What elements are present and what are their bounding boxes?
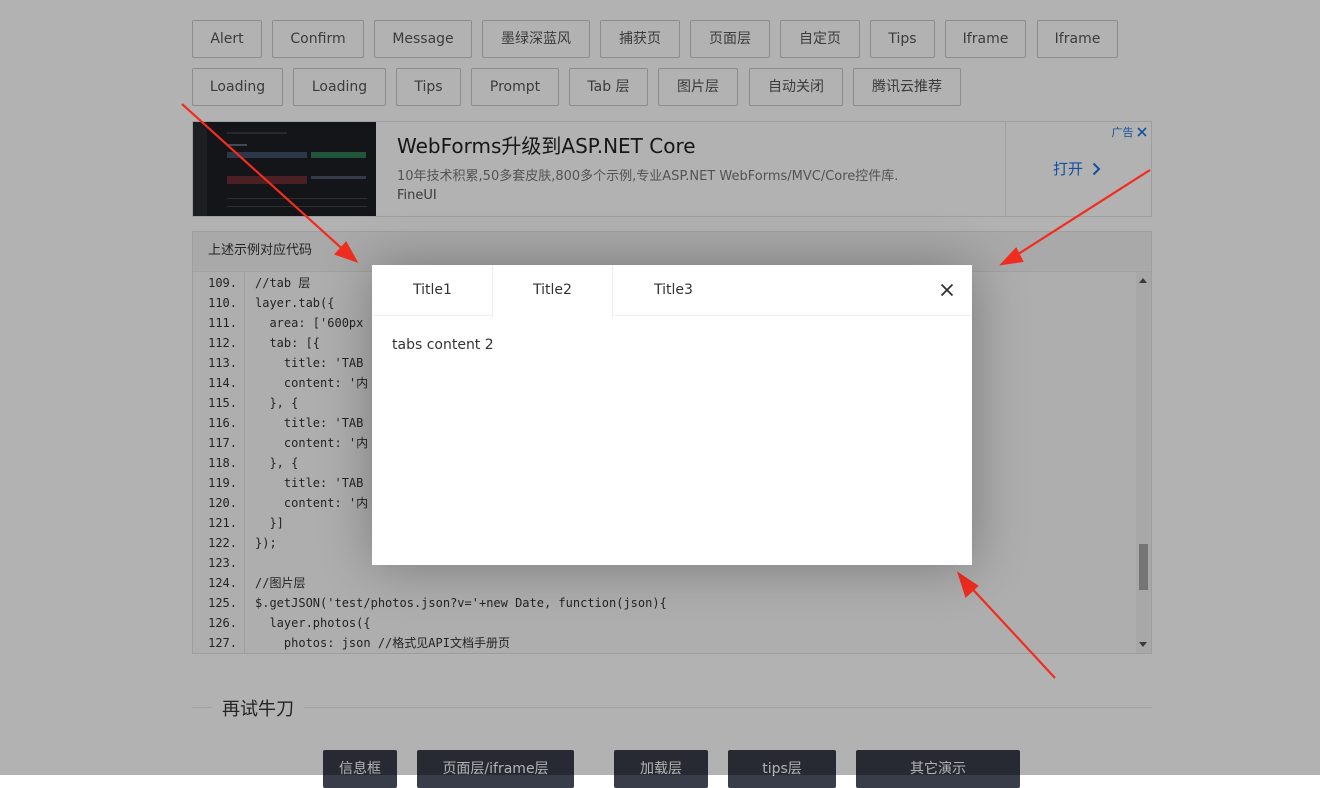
tab-content: tabs content 2 [392, 337, 494, 353]
dialog-tab-bar: Title1 Title2 Title3 [372, 265, 972, 317]
tab-layer-dialog: Title1 Title2 Title3 tabs content 2 [372, 265, 972, 565]
tab-title1[interactable]: Title1 [372, 265, 493, 316]
tab-title3[interactable]: Title3 [613, 265, 734, 316]
tab-title2[interactable]: Title2 [492, 265, 613, 317]
close-icon[interactable] [936, 279, 958, 301]
